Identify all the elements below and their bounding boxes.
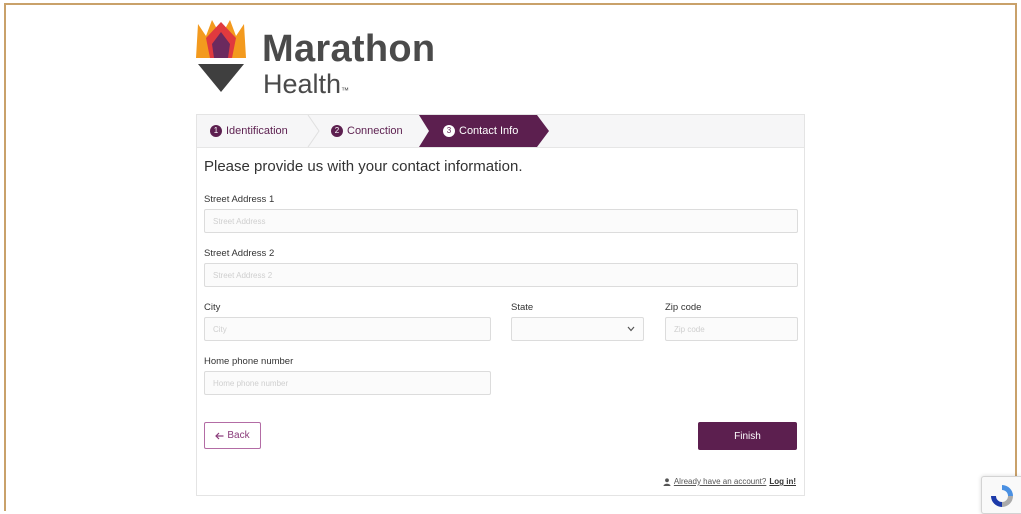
- user-icon: [663, 477, 671, 486]
- finish-button[interactable]: Finish: [698, 422, 797, 450]
- street-address-1-input[interactable]: [204, 209, 798, 233]
- tab-contact-info[interactable]: 3 Contact Info: [443, 115, 518, 147]
- recaptcha-badge[interactable]: [981, 476, 1021, 514]
- login-link[interactable]: Log in!: [769, 477, 796, 486]
- home-phone-label: Home phone number: [204, 356, 294, 367]
- tab-connection[interactable]: 2 Connection: [331, 115, 403, 147]
- registration-card: 1 Identification 2 Connection 3 Contact …: [196, 114, 805, 496]
- back-button-label: Back: [227, 430, 250, 441]
- home-phone-input[interactable]: [204, 371, 491, 395]
- arrow-left-icon: [215, 432, 224, 439]
- step-label: Identification: [226, 125, 288, 137]
- zip-code-input[interactable]: [665, 317, 798, 341]
- step-number-badge: 3: [443, 125, 455, 137]
- form-heading: Please provide us with your contact info…: [204, 158, 523, 175]
- brand-name-line1: Marathon: [262, 28, 436, 70]
- brand-name-line2: Health™: [263, 69, 350, 99]
- tab-identification[interactable]: 1 Identification: [210, 115, 288, 147]
- recaptcha-icon: [991, 485, 1013, 507]
- city-input[interactable]: [204, 317, 491, 341]
- flame-torch-icon: [196, 20, 246, 92]
- state-select[interactable]: [511, 317, 644, 341]
- step-label: Contact Info: [459, 125, 519, 137]
- street-address-2-input[interactable]: [204, 263, 798, 287]
- step-separator-icon: [307, 115, 320, 147]
- state-label: State: [511, 302, 534, 313]
- login-prompt-text[interactable]: Already have an account?: [674, 477, 767, 486]
- step-label: Connection: [347, 125, 403, 137]
- wizard-steps: 1 Identification 2 Connection 3 Contact …: [197, 115, 804, 148]
- trademark-mark: ™: [341, 86, 350, 95]
- zip-code-label: Zip code: [665, 302, 702, 313]
- login-prompt: Already have an account? Log in!: [663, 477, 796, 486]
- city-label: City: [204, 302, 221, 313]
- back-button[interactable]: Back: [204, 422, 261, 449]
- marathon-health-logo: Marathon Health™: [192, 14, 452, 100]
- street-address-1-label: Street Address 1: [204, 194, 275, 205]
- street-address-2-label: Street Address 2: [204, 248, 275, 259]
- chevron-down-icon: [627, 326, 635, 332]
- step-number-badge: 2: [331, 125, 343, 137]
- step-number-badge: 1: [210, 125, 222, 137]
